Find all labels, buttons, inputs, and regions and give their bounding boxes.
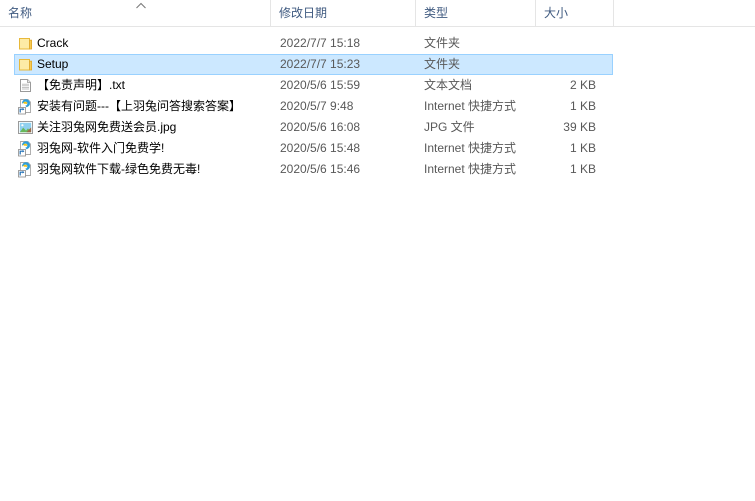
file-type: Internet 快捷方式 — [424, 162, 517, 176]
column-header-bar: 名称 修改日期 类型 大小 — [0, 0, 755, 27]
file-list: Crack 2022/7/7 15:18 文件夹 Setup 2022/7/7 … — [0, 27, 755, 180]
file-list-empty-area[interactable] — [0, 210, 755, 501]
file-type: Internet 快捷方式 — [424, 141, 517, 155]
file-name: Crack — [37, 36, 69, 50]
file-name: 羽兔网-软件入门免费学! — [37, 141, 165, 155]
file-type: 文件夹 — [424, 57, 461, 71]
column-header-size[interactable]: 大小 — [535, 0, 613, 26]
file-name: 安装有问题---【上羽兔问答搜索答案】 — [37, 99, 241, 113]
column-header-type-label: 类型 — [424, 6, 449, 20]
file-size: 1 KB — [569, 99, 596, 113]
file-size: 39 KB — [563, 120, 596, 134]
file-name: 【免责声明】.txt — [37, 78, 126, 92]
table-row[interactable]: 【免责声明】.txt 2020/5/6 15:59 文本文档 2 KB — [14, 75, 613, 96]
file-size: 1 KB — [569, 162, 596, 176]
table-row[interactable]: Crack 2022/7/7 15:18 文件夹 — [14, 33, 613, 54]
column-header-name[interactable]: 名称 — [0, 0, 270, 26]
file-type: 文本文档 — [424, 78, 473, 92]
file-date-modified: 2022/7/7 15:18 — [280, 36, 361, 50]
file-size — [536, 55, 606, 74]
column-header-date-modified-label: 修改日期 — [279, 6, 328, 20]
column-header-size-label: 大小 — [544, 6, 569, 20]
file-date-modified: 2020/5/6 15:59 — [280, 78, 361, 92]
file-size — [536, 34, 606, 53]
file-date-modified: 2020/5/6 15:46 — [280, 162, 361, 176]
table-row[interactable]: 羽兔网-软件入门免费学! 2020/5/6 15:48 Internet 快捷方… — [14, 138, 613, 159]
file-size: 1 KB — [569, 141, 596, 155]
file-name: 关注羽兔网免费送会员.jpg — [37, 120, 177, 134]
file-date-modified: 2020/5/6 15:48 — [280, 141, 361, 155]
file-date-modified: 2020/5/7 9:48 — [280, 99, 354, 113]
file-explorer-details-view: 名称 修改日期 类型 大小 Crack 2022/7/7 15:18 文件夹 S… — [0, 0, 755, 501]
column-header-date-modified[interactable]: 修改日期 — [270, 0, 415, 26]
file-date-modified: 2022/7/7 15:23 — [280, 57, 361, 71]
file-name: Setup — [37, 57, 69, 71]
file-type: JPG 文件 — [424, 120, 475, 134]
table-row[interactable]: 羽兔网软件下载-绿色免费无毒! 2020/5/6 15:46 Internet … — [14, 159, 613, 180]
file-size: 2 KB — [569, 78, 596, 92]
file-type: 文件夹 — [424, 36, 461, 50]
column-header-empty-tail[interactable] — [613, 0, 755, 26]
file-type: Internet 快捷方式 — [424, 99, 517, 113]
table-row-selected[interactable]: Setup 2022/7/7 15:23 文件夹 — [14, 54, 613, 75]
column-header-name-label: 名称 — [8, 6, 33, 20]
table-row[interactable]: 安装有问题---【上羽兔问答搜索答案】 2020/5/7 9:48 Intern… — [14, 96, 613, 117]
column-header-type[interactable]: 类型 — [415, 0, 535, 26]
file-name: 羽兔网软件下载-绿色免费无毒! — [37, 162, 201, 176]
file-date-modified: 2020/5/6 16:08 — [280, 120, 361, 134]
table-row[interactable]: 关注羽兔网免费送会员.jpg 2020/5/6 16:08 JPG 文件 39 … — [14, 117, 613, 138]
